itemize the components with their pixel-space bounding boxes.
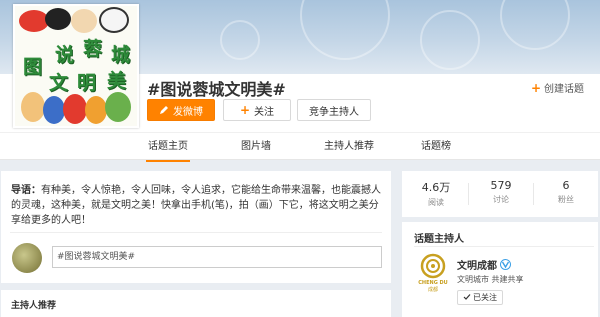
host-section-title: 话题主持人 bbox=[414, 234, 464, 245]
cover-char: 图 bbox=[23, 56, 43, 78]
host-logo-text: CHENG DU bbox=[418, 280, 448, 286]
tab-topic-rank[interactable]: 话题榜 bbox=[406, 133, 466, 161]
tab-picture-wall[interactable]: 图片墙 bbox=[226, 133, 286, 161]
follow-label: 关注 bbox=[254, 106, 275, 118]
cover-char: 文 bbox=[49, 72, 69, 94]
cover-char: 明 bbox=[77, 72, 97, 94]
stat-reads: 4.6万 阅读 bbox=[404, 179, 468, 208]
host-name[interactable]: 文明成都 bbox=[457, 257, 511, 272]
host-name-text: 文明成都 bbox=[457, 261, 497, 272]
host-recommend-card: 主持人推荐 bbox=[1, 290, 391, 317]
host-logo-sub: 成都 bbox=[428, 286, 438, 293]
compete-host-button[interactable]: 竞争主持人 bbox=[297, 99, 371, 121]
compose-input[interactable]: #图说蓉城文明美# bbox=[52, 246, 382, 268]
stat-label: 讨论 bbox=[493, 195, 509, 204]
host-logo[interactable]: CHENG DU 成都 bbox=[418, 253, 448, 293]
pen-icon bbox=[159, 105, 169, 115]
check-icon bbox=[463, 293, 471, 303]
intro-label: 导语： bbox=[11, 185, 41, 196]
create-topic-label: 创建话题 bbox=[544, 84, 584, 95]
verified-icon bbox=[500, 259, 511, 270]
intro-text: 导语：有种美，令人惊艳，令人回味，令人追求，它能给生命带来温馨，也能震撼人的灵魂… bbox=[11, 183, 383, 228]
post-weibo-button[interactable]: 发微博 bbox=[147, 99, 215, 121]
stat-discussions: 579 讨论 bbox=[469, 179, 533, 205]
post-weibo-label: 发微博 bbox=[173, 106, 203, 118]
tab-host-recommend[interactable]: 主持人推荐 bbox=[314, 133, 384, 161]
user-avatar[interactable] bbox=[12, 243, 42, 273]
topic-title: #图说蓉城文明美# bbox=[147, 80, 286, 99]
tab-home[interactable]: 话题主页 bbox=[138, 133, 198, 161]
cover-char: 城 bbox=[111, 44, 131, 66]
host-subtitle: 文明城市 共建共享 bbox=[457, 275, 524, 284]
divider bbox=[10, 232, 382, 233]
cover-char: 美 bbox=[107, 70, 127, 92]
stat-value: 579 bbox=[490, 179, 512, 192]
plus-icon: + bbox=[239, 103, 251, 117]
stat-label: 粉丝 bbox=[558, 195, 574, 204]
plus-icon: + bbox=[530, 80, 541, 95]
topic-cover-image: 说 蓉 城 图 文 明 美 bbox=[13, 4, 139, 128]
followed-label: 已关注 bbox=[473, 293, 497, 302]
followed-button[interactable]: 已关注 bbox=[457, 290, 503, 305]
host-card: 话题主持人 CHENG DU 成都 文明成都 文明城市 共建共享 已关注 bbox=[402, 222, 598, 317]
stat-fans: 6 粉丝 bbox=[534, 179, 598, 205]
stats-card: 4.6万 阅读 579 讨论 6 粉丝 bbox=[402, 171, 598, 217]
intro-body: 有种美，令人惊艳，令人回味，令人追求，它能给生命带来温馨，也能震撼人的灵魂，这种… bbox=[11, 185, 381, 226]
create-topic-link[interactable]: + 创建话题 bbox=[530, 80, 584, 96]
compete-host-label: 竞争主持人 bbox=[309, 106, 359, 118]
divider bbox=[414, 246, 594, 247]
topic-tabs: 话题主页 图片墙 主持人推荐 话题榜 bbox=[0, 132, 600, 160]
cover-char: 说 bbox=[55, 44, 75, 66]
stat-label: 阅读 bbox=[428, 198, 444, 207]
stat-value: 6 bbox=[562, 179, 570, 192]
host-recommend-title: 主持人推荐 bbox=[11, 301, 57, 311]
follow-button[interactable]: + 关注 bbox=[223, 99, 291, 121]
stat-value: 4.6万 bbox=[421, 181, 451, 194]
cover-char: 蓉 bbox=[83, 38, 103, 60]
